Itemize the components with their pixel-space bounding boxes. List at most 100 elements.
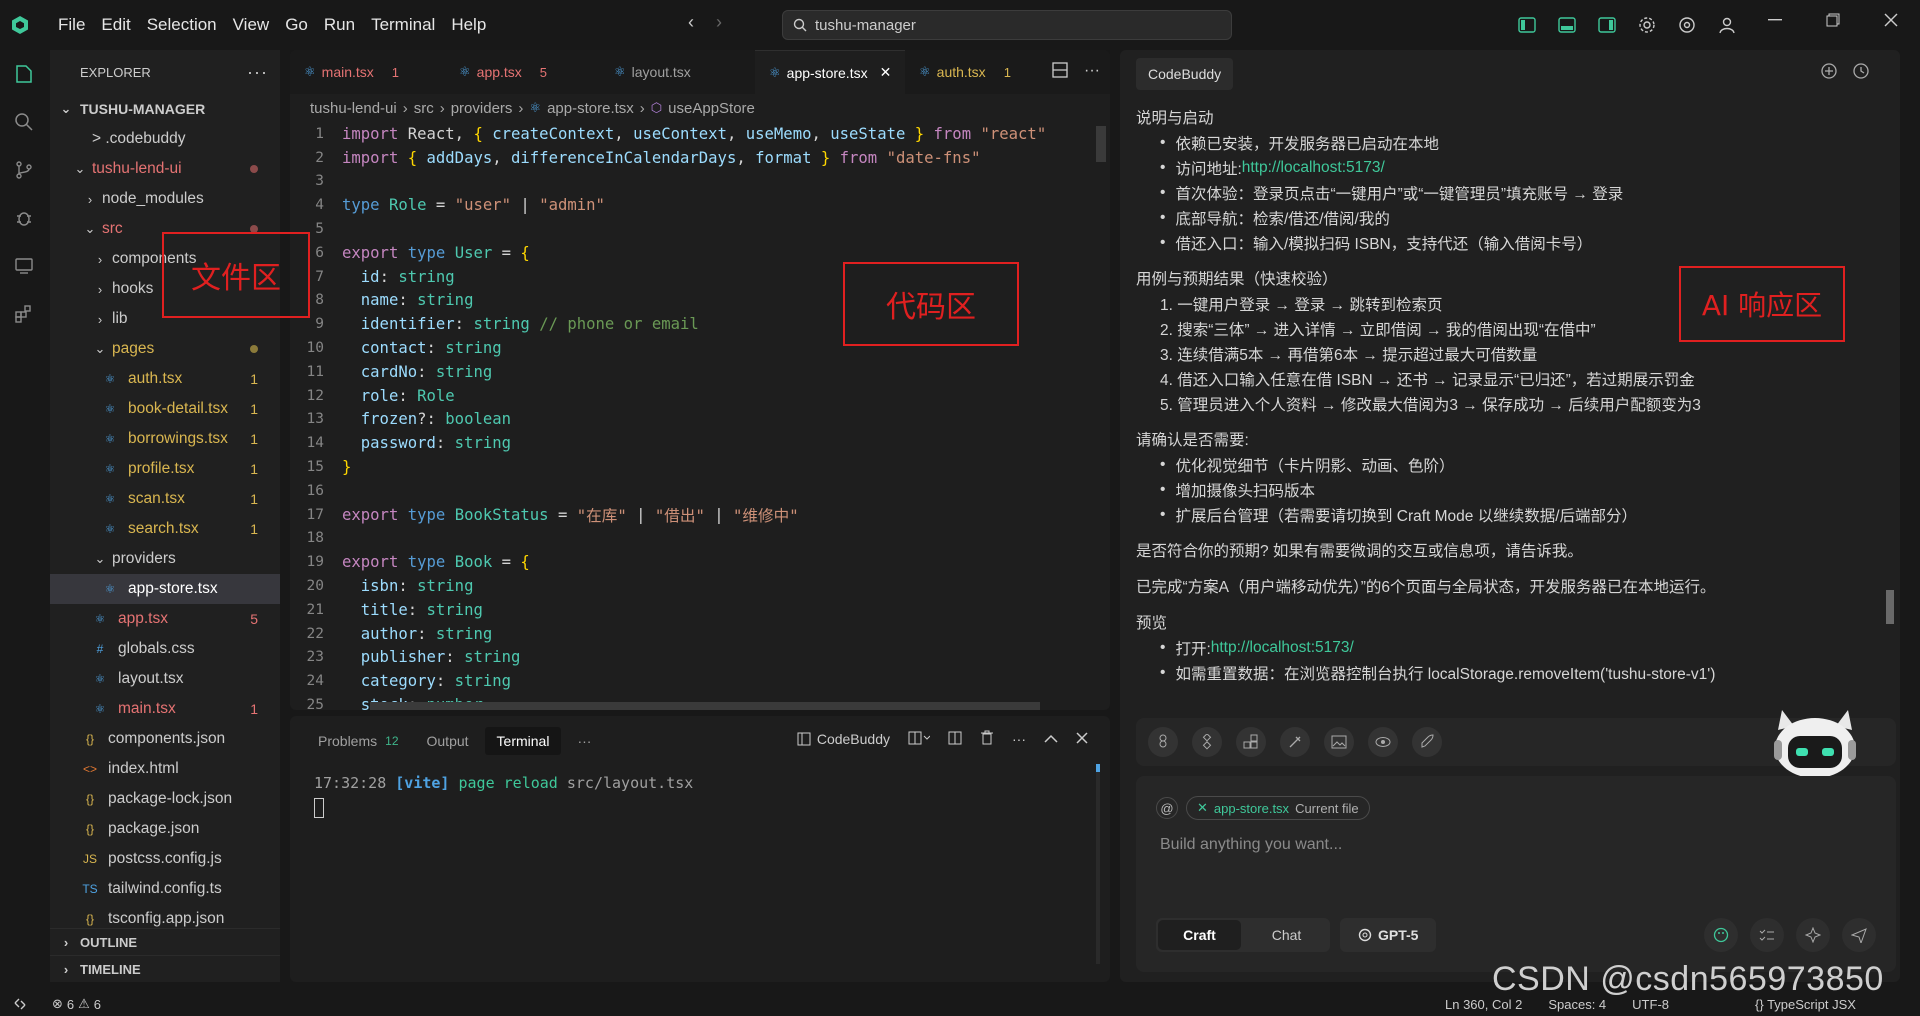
menu-view[interactable]: View [225, 15, 278, 35]
menu-terminal[interactable]: Terminal [363, 15, 443, 35]
tree-item[interactable]: ⌄ providers [50, 544, 280, 574]
history-icon[interactable] [1852, 62, 1870, 85]
editor-tab[interactable]: ⚛ app-store.tsx ✕ [755, 50, 905, 94]
tree-item[interactable]: ⚛ scan.tsx 1 [50, 484, 280, 514]
split-terminal-icon[interactable] [948, 731, 962, 748]
blocks-icon[interactable] [1236, 727, 1266, 757]
mode-chat-button[interactable]: Chat [1245, 920, 1328, 950]
chevron-up-icon[interactable] [1044, 731, 1058, 747]
tree-item[interactable]: <> index.html [50, 754, 280, 784]
tab-problems[interactable]: Problems 12 [306, 727, 411, 755]
editor-tab[interactable]: ⚛ app.tsx 5 [445, 50, 600, 94]
outline-section[interactable]: › OUTLINE [50, 928, 280, 955]
components-icon[interactable] [1192, 727, 1222, 757]
tree-item[interactable]: {} package.json [50, 814, 280, 844]
breadcrumb-item[interactable]: useAppStore [668, 100, 755, 117]
terminal-output[interactable]: 17:32:28 [vite] page reload src/layout.t… [290, 766, 1110, 830]
source-control-icon[interactable] [0, 146, 48, 194]
tab-terminal[interactable]: Terminal [484, 727, 562, 755]
tree-item[interactable]: ⚛ main.tsx 1 [50, 694, 280, 724]
send-icon[interactable] [1842, 918, 1876, 952]
toggle-panel-icon[interactable] [1555, 13, 1579, 37]
ai-scrollbar[interactable] [1886, 590, 1894, 624]
chat-input[interactable]: Build anything you want... [1160, 836, 1342, 854]
plug-icon[interactable] [1280, 727, 1310, 757]
tree-item[interactable]: ⚛ search.tsx 1 [50, 514, 280, 544]
layout-dropdown-icon[interactable] [908, 731, 931, 748]
figma-icon[interactable] [1148, 727, 1178, 757]
editor-more-icon[interactable]: ··· [1084, 62, 1100, 83]
tree-item[interactable]: {} package-lock.json [50, 784, 280, 814]
gear-icon[interactable] [1635, 13, 1659, 37]
mode-craft-button[interactable]: Craft [1158, 920, 1241, 950]
timeline-section[interactable]: › TIMELINE [50, 955, 280, 982]
terminal-codebuddy-button[interactable]: CodeBuddy [797, 731, 890, 747]
tree-item[interactable]: > .codebuddy [50, 124, 280, 154]
sparkle-icon[interactable] [1796, 918, 1830, 952]
context-file-chip[interactable]: ✕ app-store.tsx Current file [1186, 796, 1370, 820]
breadcrumb-item[interactable]: src [414, 100, 434, 117]
toggle-sidebar-icon[interactable] [1515, 13, 1539, 37]
tree-item[interactable]: {} components.json [50, 724, 280, 754]
palette-icon[interactable] [1704, 918, 1738, 952]
menu-edit[interactable]: Edit [93, 15, 138, 35]
forward-arrow-icon[interactable]: › [716, 12, 722, 33]
tree-item[interactable]: JS postcss.config.js [50, 844, 280, 874]
editor-hscrollbar[interactable] [370, 702, 1040, 710]
tree-root[interactable]: ⌄ TUSHU-MANAGER [50, 94, 280, 124]
mention-button[interactable]: @ [1156, 797, 1178, 819]
editor-tab[interactable]: ⚛ auth.tsx 1 [905, 50, 1060, 94]
maximize-icon[interactable] [1804, 0, 1862, 40]
eye-icon[interactable] [1368, 727, 1398, 757]
close-panel-icon[interactable] [1076, 731, 1088, 747]
search-view-icon[interactable] [0, 98, 48, 146]
ai-link[interactable]: http://localhost:5173/ [1242, 159, 1385, 177]
menu-help[interactable]: Help [443, 15, 494, 35]
breadcrumb-item[interactable]: providers [451, 100, 513, 117]
checklist-icon[interactable] [1750, 918, 1784, 952]
browser-icon[interactable] [1675, 13, 1699, 37]
model-selector[interactable]: GPT-5 [1340, 918, 1437, 952]
menu-file[interactable]: File [50, 15, 93, 35]
terminal-scrollbar[interactable] [1096, 764, 1100, 964]
tree-item[interactable]: ⚛ book-detail.tsx 1 [50, 394, 280, 424]
menu-selection[interactable]: Selection [139, 15, 225, 35]
extensions-icon[interactable] [0, 290, 48, 338]
ai-link[interactable]: http://localhost:5173/ [1211, 639, 1354, 657]
editor-scrollbar[interactable] [1096, 126, 1106, 162]
tab-output[interactable]: Output [415, 727, 481, 755]
panel-more-icon[interactable]: ··· [1012, 731, 1026, 747]
codebuddy-tab[interactable]: CodeBuddy [1136, 58, 1234, 90]
tree-item[interactable]: TS tailwind.config.ts [50, 874, 280, 904]
close-tab-icon[interactable]: ✕ [880, 64, 892, 81]
trash-icon[interactable] [980, 730, 994, 748]
minimize-icon[interactable] [1746, 0, 1804, 40]
code-editor[interactable]: 1 import React, { createContext, useConte… [290, 122, 1110, 710]
toggle-secondary-sidebar-icon[interactable] [1595, 13, 1619, 37]
problems-status[interactable]: ⊗ 6 ⚠ 6 [52, 996, 101, 1012]
tree-item[interactable]: ⚛ auth.tsx 1 [50, 364, 280, 394]
account-icon[interactable] [1715, 13, 1739, 37]
split-editor-icon[interactable] [1052, 62, 1068, 83]
remote-indicator[interactable] [0, 992, 40, 1016]
rocket-icon[interactable] [1412, 727, 1442, 757]
explorer-icon[interactable] [0, 50, 48, 98]
tree-item[interactable]: ⚛ app-store.tsx [50, 574, 280, 604]
command-center-search[interactable]: tushu-manager [782, 10, 1232, 40]
back-arrow-icon[interactable]: ‹ [688, 12, 694, 33]
tree-item[interactable]: › node_modules [50, 184, 280, 214]
more-actions-icon[interactable]: ··· [247, 62, 268, 83]
close-icon[interactable] [1862, 0, 1920, 40]
image-icon[interactable] [1324, 727, 1354, 757]
tree-item[interactable]: ⚛ profile.tsx 1 [50, 454, 280, 484]
tree-item[interactable]: ⚛ app.tsx 5 [50, 604, 280, 634]
breadcrumb-item[interactable]: tushu-lend-ui [310, 100, 397, 117]
remove-context-icon[interactable]: ✕ [1197, 800, 1208, 816]
tree-item[interactable]: ⌄ pages [50, 334, 280, 364]
new-chat-icon[interactable] [1820, 62, 1838, 85]
editor-tab[interactable]: ⚛ main.tsx 1 [290, 50, 445, 94]
remote-explorer-icon[interactable] [0, 242, 48, 290]
breadcrumb-item[interactable]: app-store.tsx [547, 100, 634, 117]
tree-item[interactable]: ⚛ layout.tsx [50, 664, 280, 694]
tree-item[interactable]: ⌄ tushu-lend-ui [50, 154, 280, 184]
